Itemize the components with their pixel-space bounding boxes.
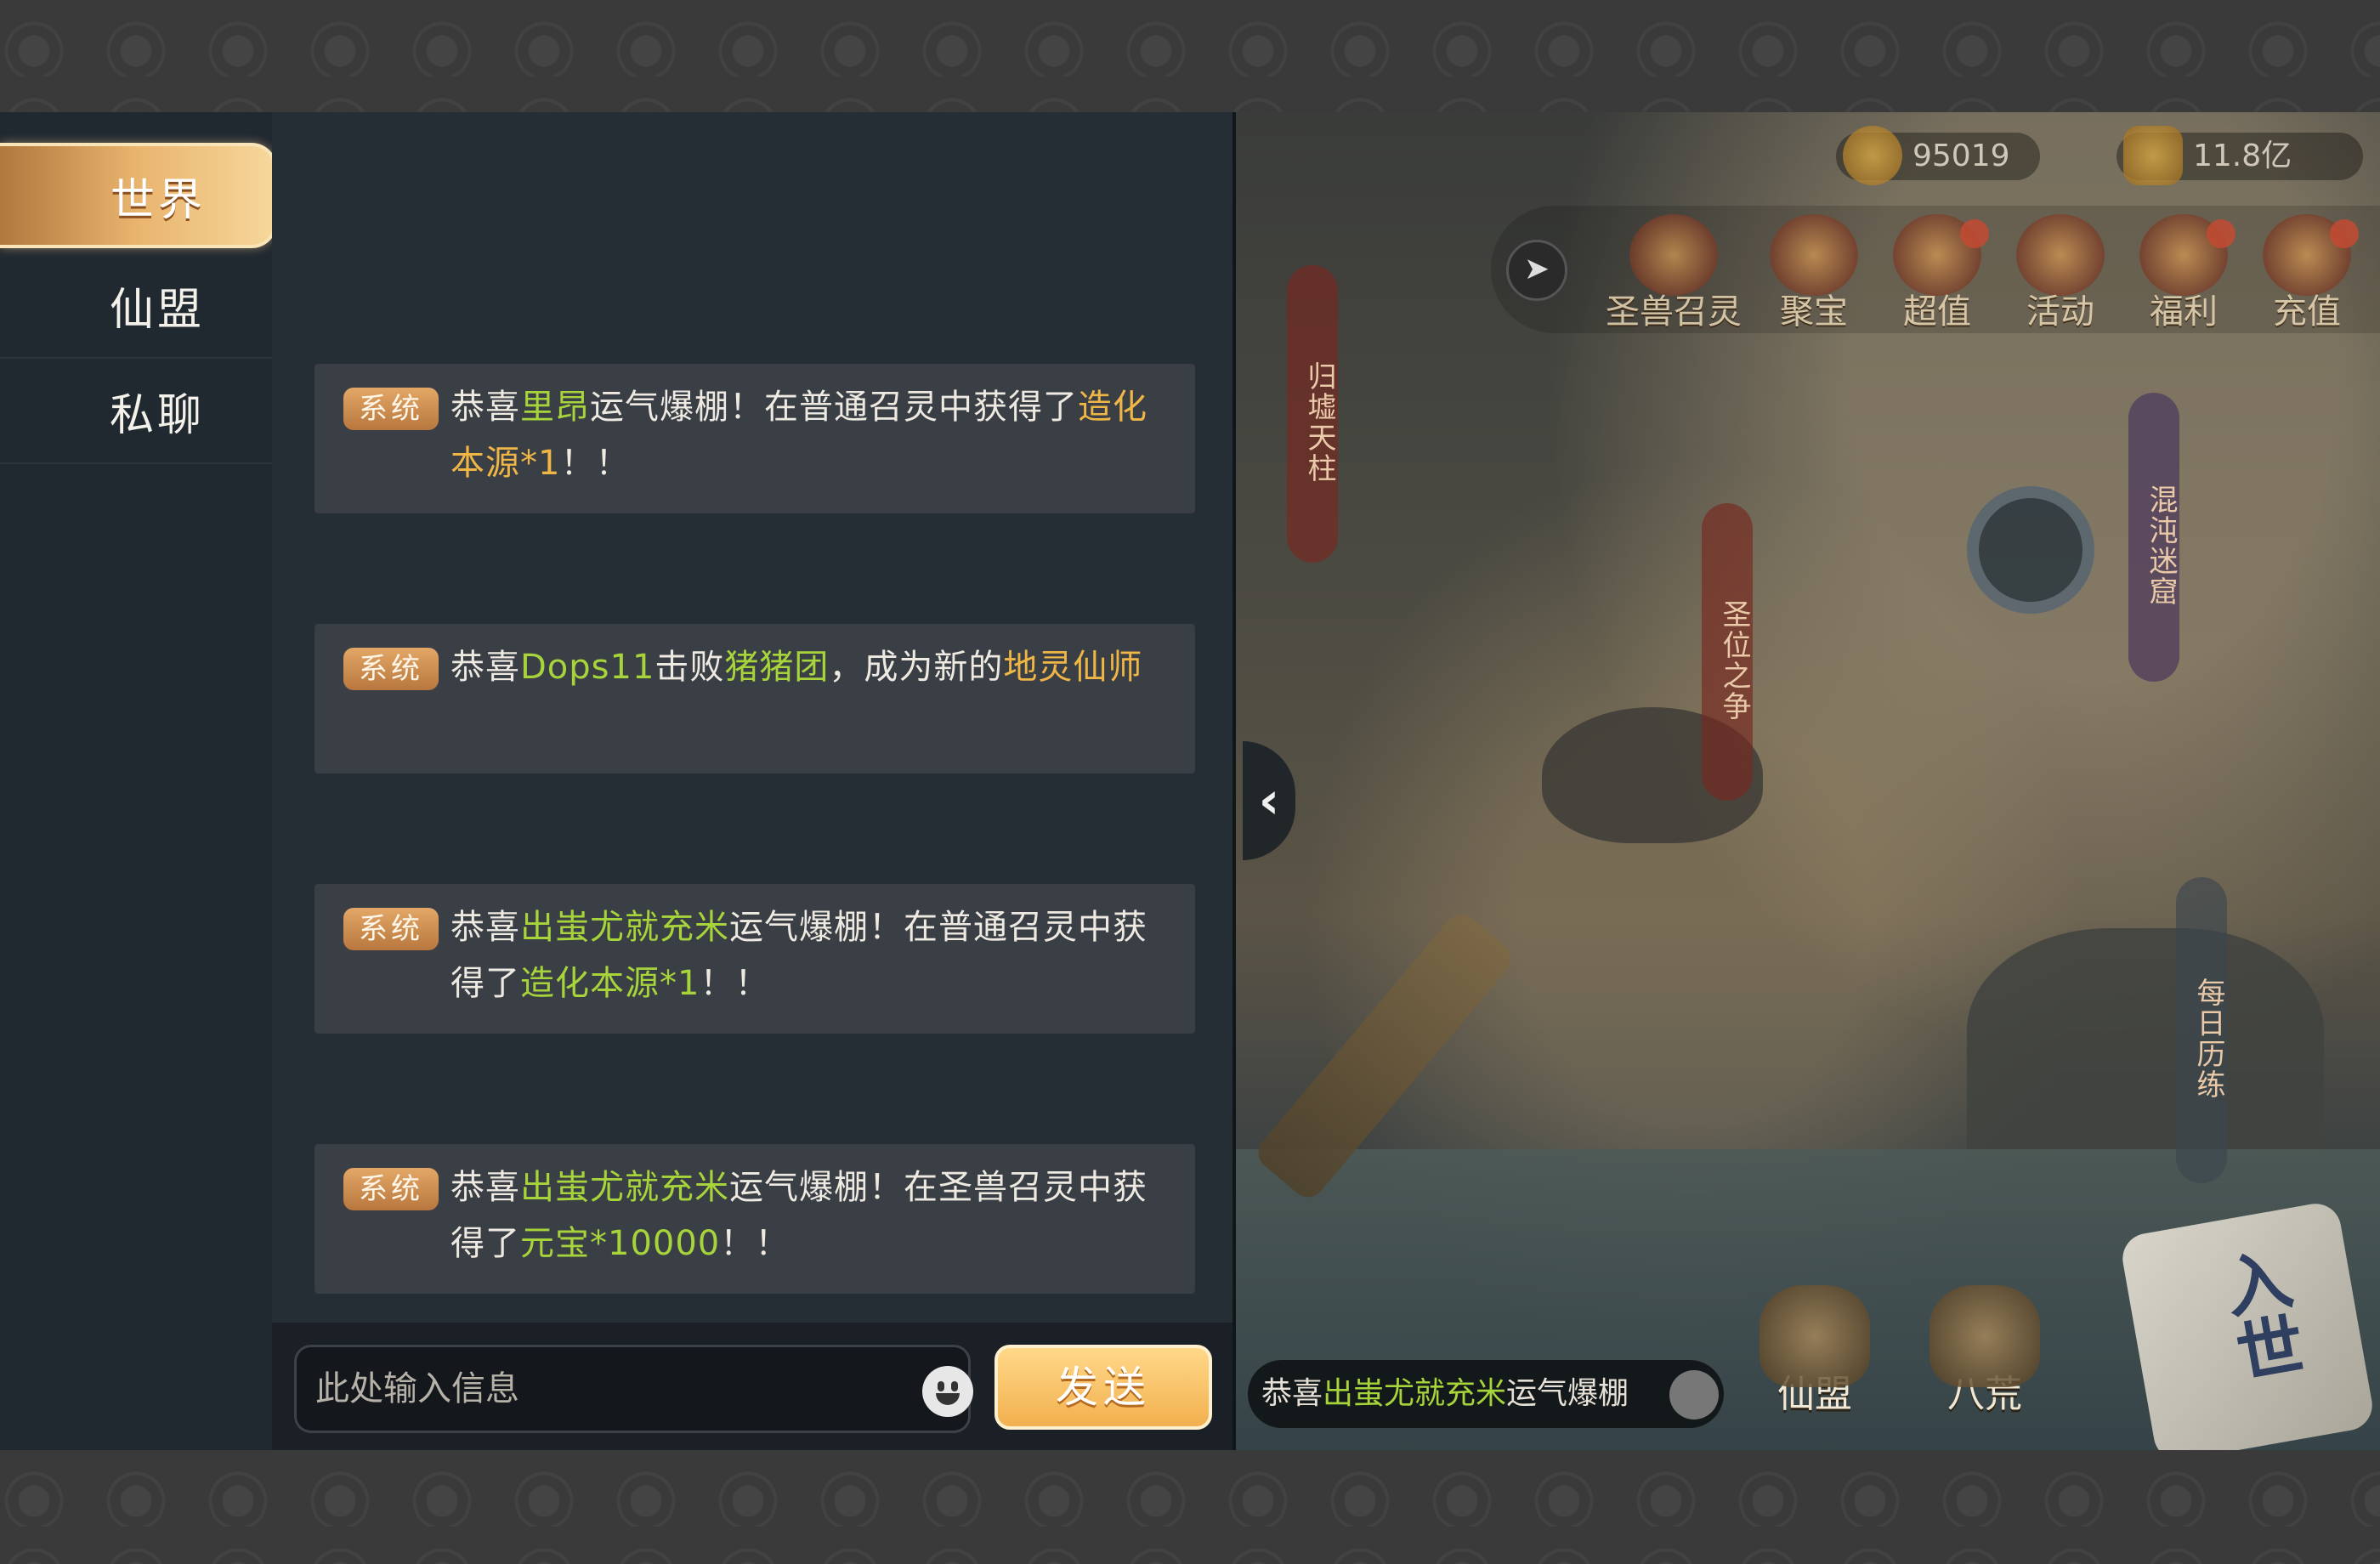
coin-icon <box>2123 126 2183 185</box>
gold-ingot-icon <box>1843 126 1902 185</box>
chat-message: 系统 恭喜Dops11击败猪猪团，成为新的地灵仙师 <box>314 624 1195 774</box>
banner-daily-trial[interactable]: 每日历练 <box>2176 877 2227 1183</box>
feature-value[interactable]: 超值 <box>1882 214 1992 333</box>
currency-gold[interactable]: 95019 <box>1836 126 2040 185</box>
feature-events[interactable]: 活动 <box>2005 214 2116 333</box>
tab-private[interactable]: 私聊 <box>0 359 272 464</box>
currency-coin[interactable]: 11.8亿 <box>2116 126 2363 185</box>
message-text: 恭喜出蚩尤就充米运气爆棚！在普通召灵中获得了造化本源*1！！ <box>450 908 1148 1003</box>
collapse-arrow-icon[interactable]: ‹ <box>1243 741 1295 860</box>
message-text: 恭喜出蚩尤就充米运气爆棚！在圣兽召灵中获得了元宝*10000！！ <box>450 1168 1148 1263</box>
chat-input[interactable]: 此处输入信息 <box>294 1345 973 1433</box>
chat-message: 系统 恭喜里昂运气爆棚！在普通召灵中获得了造化本源*1！！ <box>314 364 1195 513</box>
emoji-icon[interactable] <box>922 1366 973 1417</box>
temple-island <box>1967 928 2324 1183</box>
tab-private-label: 私聊 <box>109 389 205 441</box>
eight-wilds-icon <box>1930 1285 2040 1387</box>
system-badge: 系统 <box>343 388 439 430</box>
chat-input-placeholder: 此处输入信息 <box>315 1369 519 1408</box>
portal-ring <box>1967 486 2094 614</box>
feature-recharge[interactable]: 充值 <box>2252 214 2362 333</box>
feature-treasure[interactable]: 聚宝 <box>1759 214 1869 333</box>
system-badge: 系统 <box>343 908 439 950</box>
alliance-button[interactable]: 仙盟 <box>1751 1285 1878 1430</box>
notification-dot <box>1960 219 1989 248</box>
system-badge: 系统 <box>343 648 439 690</box>
bottom-frame <box>0 1450 2380 1564</box>
chat-panel[interactable]: 系统 恭喜里昂运气爆棚！在普通召灵中获得了造化本源*1！！ 系统 恭喜Dops1… <box>272 112 1232 1450</box>
chat-message: 系统 恭喜出蚩尤就充米运气爆棚！在普通召灵中获得了造化本源*1！！ <box>314 884 1195 1034</box>
message-text: 恭喜里昂运气爆棚！在普通召灵中获得了造化本源*1！！ <box>450 388 1148 483</box>
feature-icon-row: ➤ 圣兽召灵 聚宝 超值 活动 福利 充值 <box>1491 206 2380 333</box>
banner-chaos-cave[interactable]: 混沌迷窟 <box>2128 393 2179 682</box>
banner-throne-contest[interactable]: 圣位之争 <box>1702 503 1753 801</box>
chat-message: 系统 恭喜出蚩尤就充米运气爆棚！在圣兽召灵中获得了元宝*10000！！ <box>314 1144 1195 1294</box>
system-badge: 系统 <box>343 1168 439 1210</box>
notification-dot <box>2207 219 2236 248</box>
tab-alliance-label: 仙盟 <box>109 284 205 336</box>
feature-beast-summon[interactable]: 圣兽召灵 <box>1593 214 1754 333</box>
alliance-icon <box>1760 1285 1870 1387</box>
tab-world[interactable]: 世界 <box>0 143 277 248</box>
banner-ruins-pillar[interactable]: 归墟天柱 <box>1287 265 1338 563</box>
tab-world-label: 世界 <box>110 174 206 226</box>
chat-input-bar: 此处输入信息 发送 <box>272 1323 1232 1450</box>
expand-arrow-icon[interactable]: ➤ <box>1506 240 1567 301</box>
game-scene[interactable]: 95019 11.8亿 ➤ 圣兽召灵 聚宝 超值 活动 福利 充值 归墟天柱 圣… <box>1236 112 2380 1450</box>
send-button[interactable]: 发送 <box>994 1345 1212 1430</box>
tab-alliance[interactable]: 仙盟 <box>0 253 272 359</box>
channel-sidebar: 世界 仙盟 私聊 <box>0 112 277 1450</box>
feature-welfare[interactable]: 福利 <box>2128 214 2239 333</box>
eight-wilds-button[interactable]: 八荒 <box>1921 1285 2048 1430</box>
message-text: 恭喜Dops11击败猪猪团，成为新的地灵仙师 <box>450 648 1143 687</box>
top-frame <box>0 0 2380 112</box>
chat-ticker[interactable]: 恭喜出蚩尤就充米运气爆棚 <box>1248 1360 1724 1428</box>
emoji-icon[interactable] <box>1669 1370 1719 1420</box>
enter-world-button[interactable]: 入世 <box>2118 1199 2377 1450</box>
notification-dot <box>2330 219 2359 248</box>
